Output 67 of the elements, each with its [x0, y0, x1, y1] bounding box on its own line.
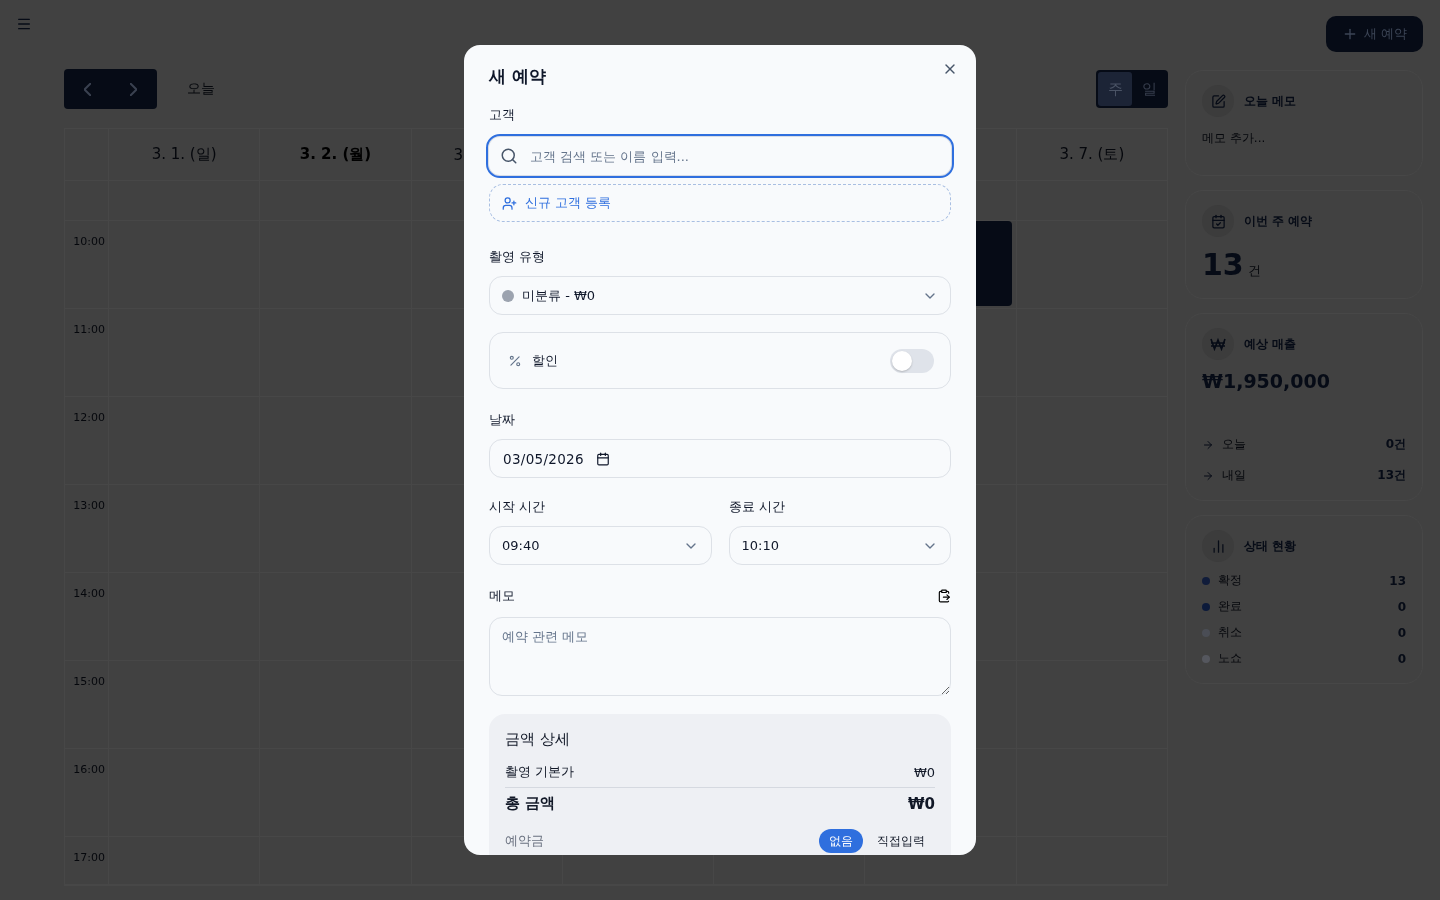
time-label: 12:00 [73, 411, 105, 424]
total-label: 총 금액 [505, 794, 556, 813]
deposit-option[interactable]: 없음 [819, 829, 863, 853]
start-time-select[interactable]: 09:40 [489, 526, 712, 565]
paste-icon[interactable] [937, 589, 951, 603]
dialog-title: 새 예약 [489, 65, 547, 88]
end-time-select[interactable]: 10:10 [728, 526, 951, 565]
time-label: 13:00 [73, 499, 105, 512]
new-customer-button[interactable]: 신규 고객 등록 [489, 184, 951, 222]
field-label: 날짜 [489, 411, 516, 429]
stat-label: 오늘 [1222, 436, 1247, 453]
total-value: ₩0 [908, 794, 935, 813]
time-label: 14:00 [73, 587, 105, 600]
card-title: 오늘 메모 [1244, 92, 1297, 110]
field-label: 고객 [489, 106, 516, 124]
day-header: 3. 7. (토) [1059, 145, 1125, 164]
status-count: 0 [1397, 599, 1406, 614]
stat-value: 13건 [1377, 467, 1406, 484]
time-label: 11:00 [73, 323, 105, 336]
day-header: 3. 2. (월) [299, 145, 372, 164]
count-unit: 건 [1247, 262, 1261, 280]
arrow-icon [1202, 469, 1214, 482]
deposit-label: 예약금 [505, 832, 544, 850]
field-label: 시작 시간 [489, 498, 547, 516]
status-count: 0 [1397, 625, 1406, 640]
calendar-check-icon [1202, 205, 1234, 237]
won-icon [1202, 328, 1234, 360]
price-label: 촬영 기본가 [505, 763, 575, 781]
shoot-type-select[interactable]: 미분류 - ₩0 [489, 276, 951, 315]
card-title: 상태 현황 [1244, 537, 1297, 555]
revenue-amount: ₩1,950,000 [1202, 370, 1331, 392]
percent-icon [508, 353, 522, 368]
field-label: 촬영 유형 [489, 248, 547, 266]
discount-switch[interactable] [890, 348, 934, 373]
price-value: ₩0 [913, 764, 935, 780]
chevron-left-icon [83, 82, 91, 96]
arrow-icon [1202, 438, 1214, 451]
booking-count: 13 [1202, 247, 1244, 282]
panel-title: 금액 상세 [505, 730, 571, 749]
date-field[interactable]: 03/05/2026 [489, 439, 951, 478]
status-label: 취소 [1218, 624, 1243, 641]
calendar-icon[interactable] [595, 451, 610, 466]
time-label: 17:00 [73, 851, 105, 864]
card-title: 이번 주 예약 [1244, 212, 1313, 230]
memo-textarea[interactable]: 예약 관련 메모 [489, 617, 951, 696]
search-icon [500, 147, 518, 165]
field-label: 메모 [489, 587, 515, 605]
user-plus-icon [502, 195, 517, 211]
time-label: 10:00 [73, 235, 105, 248]
status-count: 13 [1389, 573, 1406, 588]
stat-value: 0건 [1385, 436, 1406, 453]
day-header: 3 [452, 145, 464, 164]
time-label: 16:00 [73, 763, 105, 776]
discount-label: 할인 [532, 351, 559, 370]
menu-icon[interactable] [16, 16, 32, 32]
status-count: 0 [1397, 651, 1406, 666]
chevron-right-icon [130, 82, 138, 96]
field-label: 종료 시간 [728, 498, 786, 516]
edit-icon [1202, 85, 1234, 117]
memo-field[interactable]: 메모 추가... [1202, 131, 1406, 145]
card-title: 예상 매출 [1244, 335, 1297, 353]
status-label: 확정 [1218, 572, 1243, 589]
deposit-option[interactable]: 직접입력 [867, 829, 935, 853]
bar-chart-icon [1202, 530, 1234, 562]
time-label: 15:00 [73, 675, 105, 688]
customer-search-field[interactable]: 고객 검색 또는 이름 입력... [486, 134, 954, 178]
day-header: 3. 1. (일) [151, 145, 217, 164]
